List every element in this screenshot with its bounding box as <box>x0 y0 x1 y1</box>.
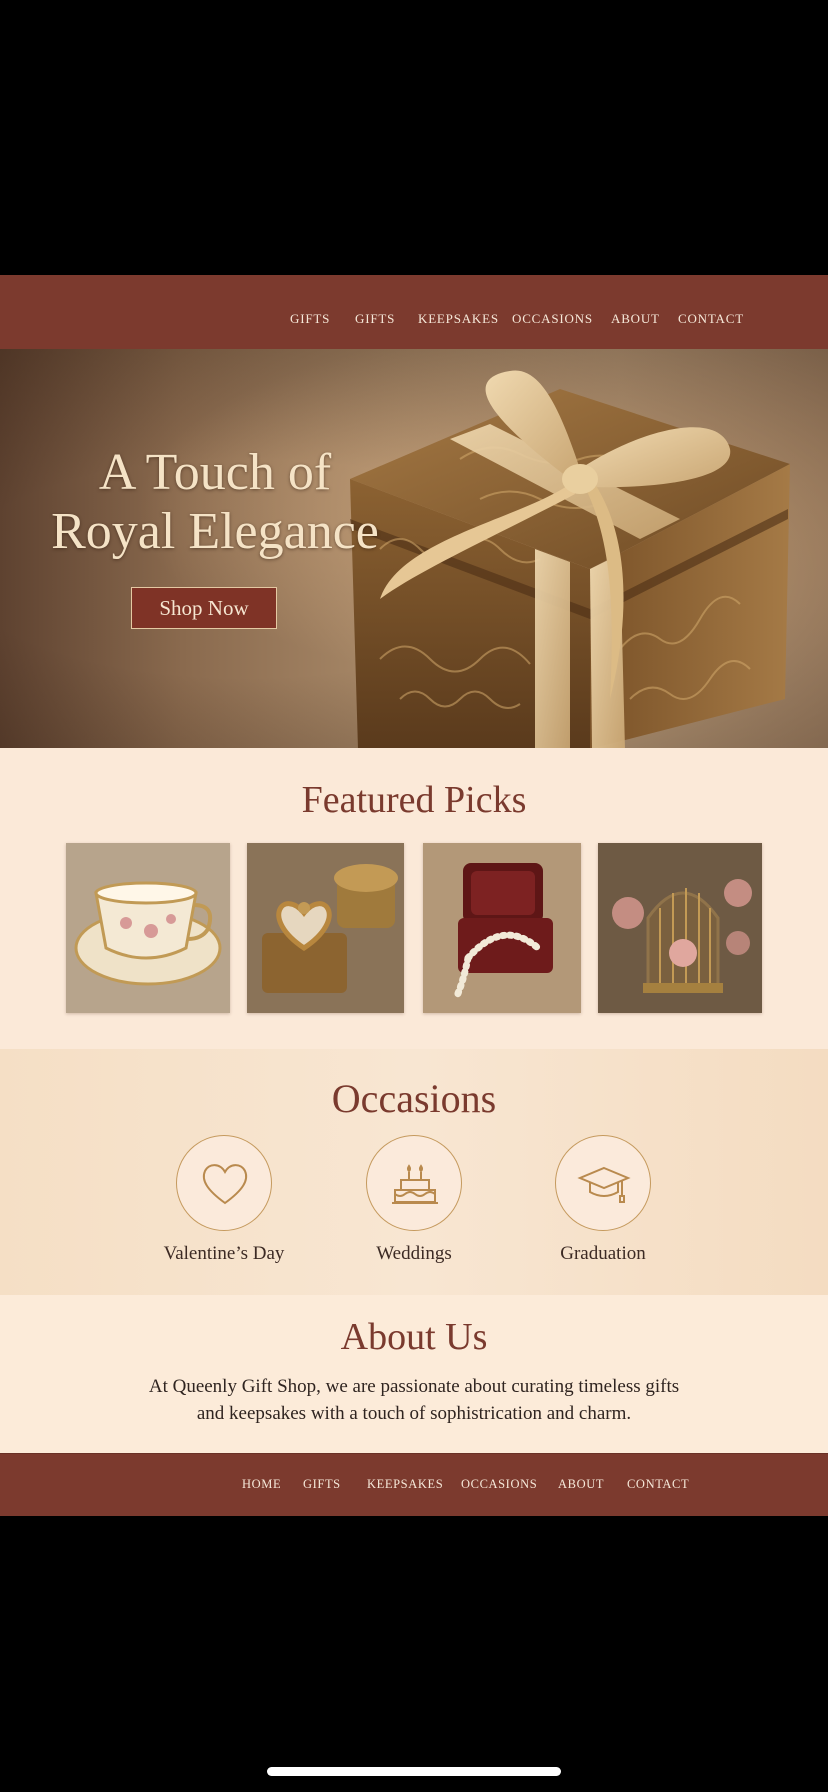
featured-title: Featured Picks <box>301 779 527 821</box>
about-section: About Us At Queenly Gift Shop, we are pa… <box>0 1295 828 1453</box>
hero-banner: A Touch of Royal Elegance Shop Now <box>0 349 828 748</box>
footer-link-gifts[interactable]: GIFTS <box>303 1454 341 1517</box>
occasion-label: Weddings <box>376 1243 452 1264</box>
occasion-graduation[interactable]: Graduation <box>513 1135 693 1275</box>
nav-link-gifts-2[interactable]: GIFTS <box>355 275 395 349</box>
footer-link-contact[interactable]: CONTACT <box>627 1454 689 1517</box>
occasion-icon-circle <box>555 1135 651 1231</box>
nav-link-about[interactable]: ABOUT <box>611 275 660 349</box>
about-text: At Queenly Gift Shop, we are passionate … <box>114 1373 714 1427</box>
hero-title: A Touch of Royal Elegance <box>50 443 380 561</box>
nav-link-contact[interactable]: CONTACT <box>678 275 744 349</box>
nav-link-gifts[interactable]: GIFTS <box>290 275 330 349</box>
occasions-title: Occasions <box>331 1076 497 1121</box>
occasion-valentines-day[interactable]: Valentine’s Day <box>134 1135 314 1275</box>
footer-link-occasions[interactable]: OCCASIONS <box>461 1454 537 1517</box>
graduation-cap-icon <box>577 1166 631 1203</box>
about-text-line1: At Queenly Gift Shop, we are passionate … <box>148 1376 680 1397</box>
gift-box-image <box>350 370 790 748</box>
bottom-bezel <box>0 1516 828 1792</box>
occasion-label: Valentine’s Day <box>163 1243 285 1264</box>
site-footer: HOME GIFTS KEEPSAKES OCCASIONS ABOUT CON… <box>0 1453 828 1517</box>
footer-link-about[interactable]: ABOUT <box>558 1454 604 1517</box>
about-title: About Us <box>340 1316 488 1358</box>
footer-link-keepsakes[interactable]: KEEPSAKES <box>367 1454 443 1517</box>
occasion-weddings[interactable]: Weddings <box>324 1135 504 1275</box>
featured-item-trinket-boxes[interactable] <box>247 843 404 1013</box>
site-header: GIFTS GIFTS KEEPSAKES OCCASIONS ABOUT CO… <box>0 275 828 350</box>
status-area <box>0 0 828 275</box>
occasion-icon-circle <box>366 1135 462 1231</box>
shop-now-button[interactable]: Shop Now <box>131 587 277 629</box>
nav-link-occasions[interactable]: OCCASIONS <box>512 275 593 349</box>
occasion-icon-circle <box>176 1135 272 1231</box>
featured-item-teacup[interactable] <box>66 843 230 1013</box>
about-text-line2: and keepsakes with a touch of sophistric… <box>196 1403 632 1424</box>
featured-picks-section: Featured Picks <box>0 748 828 1049</box>
heart-icon <box>202 1164 248 1205</box>
footer-link-home[interactable]: HOME <box>242 1454 281 1517</box>
featured-item-birdcage[interactable] <box>598 843 762 1013</box>
occasion-label: Graduation <box>560 1243 646 1264</box>
home-indicator[interactable] <box>267 1767 561 1776</box>
cake-icon <box>392 1164 438 1204</box>
hero-title-line2: Royal Elegance <box>51 503 379 560</box>
featured-item-pearl-necklace[interactable] <box>423 843 581 1013</box>
occasions-section: Occasions Valentine’s Day Weddings Gradu… <box>0 1049 828 1295</box>
hero-title-line1: A Touch of <box>98 444 332 501</box>
nav-link-keepsakes[interactable]: KEEPSAKES <box>418 275 499 349</box>
